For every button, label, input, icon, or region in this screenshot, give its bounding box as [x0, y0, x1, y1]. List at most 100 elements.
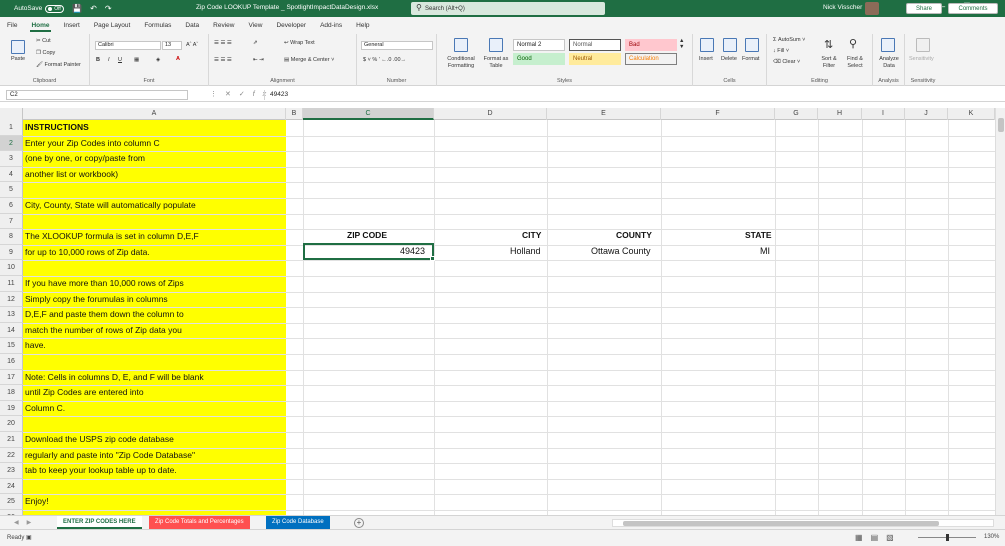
- font-size-select[interactable]: 13: [162, 41, 182, 50]
- cell-a4[interactable]: another list or workbook): [25, 167, 118, 183]
- row-header-16[interactable]: 16: [0, 354, 23, 370]
- row-header-17[interactable]: 17: [0, 369, 23, 386]
- analyze-data-icon[interactable]: [881, 38, 895, 52]
- spreadsheet-grid[interactable]: ABCDEFGHIJK 1 2 3 4 5 6 7 8 9 10 11 12 13 14 15 16 17 18 1…: [0, 108, 995, 515]
- bold-button[interactable]: B: [96, 57, 100, 63]
- font-color-icon[interactable]: A: [176, 56, 180, 62]
- find-select-button[interactable]: Find & Select: [844, 56, 866, 70]
- fill-handle[interactable]: [430, 255, 435, 261]
- undo-icon[interactable]: ↶: [90, 4, 97, 13]
- cut-button[interactable]: ✂ Cut: [36, 38, 51, 44]
- paste-button[interactable]: Paste: [11, 56, 25, 62]
- zoom-level[interactable]: 130%: [984, 534, 999, 540]
- ribbon-tab-page-layout[interactable]: Page Layout: [87, 17, 138, 34]
- cell-a25[interactable]: Enjoy!: [25, 494, 49, 510]
- column-header-j[interactable]: J: [905, 108, 948, 120]
- cell-e2-county[interactable]: Ottawa County: [591, 244, 651, 260]
- cell-a9[interactable]: for up to 10,000 rows of Zip data.: [25, 245, 150, 261]
- insert-cells-icon[interactable]: [700, 38, 714, 52]
- sheet-tab-zip-code-totals-and-percentages[interactable]: Zip Code Totals and Percentages: [149, 516, 250, 529]
- ribbon-tab-insert[interactable]: Insert: [57, 17, 87, 34]
- number-format-select[interactable]: General: [361, 41, 433, 50]
- normal-view-icon[interactable]: ▦: [855, 533, 863, 542]
- style-bad[interactable]: Bad: [625, 39, 677, 51]
- row-header-6[interactable]: 6: [0, 198, 23, 214]
- font-grow-icon[interactable]: Aˆ Aˇ: [186, 42, 198, 48]
- cell-a18[interactable]: until Zip Codes are entered into: [25, 385, 144, 401]
- merge-center-button[interactable]: ▤ Merge & Center ˅: [284, 57, 334, 63]
- autosave-switch[interactable]: Off: [45, 4, 65, 13]
- row-header-12[interactable]: 12: [0, 291, 23, 308]
- ribbon-tab-review[interactable]: Review: [206, 17, 241, 34]
- column-header-k[interactable]: K: [948, 108, 995, 120]
- row-header-22[interactable]: 22: [0, 447, 23, 464]
- formula-input[interactable]: 49423: [264, 90, 998, 100]
- column-header-c[interactable]: C: [303, 108, 434, 120]
- autosum-button[interactable]: Σ AutoSum ˅: [773, 37, 805, 43]
- cell-f2-state[interactable]: MI: [760, 244, 770, 260]
- column-header-a[interactable]: A: [23, 108, 286, 120]
- sheet-tab-enter-zip-codes-here[interactable]: ENTER ZIP CODES HERE: [57, 516, 142, 529]
- cell-a1[interactable]: INSTRUCTIONS: [25, 120, 89, 136]
- row-header-5[interactable]: 5: [0, 182, 23, 198]
- ribbon-tab-data[interactable]: Data: [178, 17, 206, 34]
- cell-a21[interactable]: Download the USPS zip code database: [25, 432, 174, 448]
- avatar[interactable]: [865, 2, 879, 15]
- conditional-formatting-button[interactable]: Conditional Formatting: [445, 56, 477, 70]
- row-header-14[interactable]: 14: [0, 322, 23, 339]
- sheet-tab-zip-code-database[interactable]: Zip Code Database: [266, 516, 330, 529]
- save-icon[interactable]: 💾: [72, 4, 82, 13]
- style-normal-2[interactable]: Normal 2: [513, 39, 565, 51]
- underline-button[interactable]: U: [118, 57, 122, 63]
- cell-a13[interactable]: D,E,F and paste them down the column to: [25, 307, 184, 323]
- fill-color-icon[interactable]: ◈: [156, 57, 160, 63]
- search-box[interactable]: ⚲ Search (Alt+Q): [411, 2, 605, 15]
- style-calculation[interactable]: Calculation: [625, 53, 677, 65]
- row-header-9[interactable]: 9: [0, 244, 23, 261]
- row-header-15[interactable]: 15: [0, 338, 23, 354]
- cell-a6[interactable]: City, County, State will automatically p…: [25, 198, 196, 214]
- ribbon-tab-home[interactable]: Home: [24, 17, 56, 34]
- ribbon-tab-help[interactable]: Help: [349, 17, 376, 34]
- column-header-h[interactable]: H: [818, 108, 862, 120]
- cell-a11[interactable]: If you have more than 10,000 rows of Zip…: [25, 276, 184, 292]
- style-normal[interactable]: Normal: [569, 39, 621, 51]
- row-header-23[interactable]: 23: [0, 463, 23, 479]
- find-select-icon[interactable]: ⚲: [849, 37, 857, 50]
- row-header-2[interactable]: 2: [0, 135, 23, 152]
- format-as-table-button[interactable]: Format as Table: [481, 56, 511, 70]
- vertical-scroll-thumb[interactable]: [998, 118, 1004, 132]
- italic-button[interactable]: I: [108, 57, 110, 63]
- column-header-g[interactable]: G: [775, 108, 818, 120]
- horizontal-scrollbar[interactable]: [612, 519, 994, 527]
- sort-filter-button[interactable]: Sort & Filter: [819, 56, 839, 70]
- cell-a19[interactable]: Column C.: [25, 401, 65, 417]
- view-buttons[interactable]: ▦ ▤ ▧: [855, 533, 894, 542]
- ribbon-tab-developer[interactable]: Developer: [269, 17, 313, 34]
- add-sheet-button[interactable]: +: [354, 518, 364, 528]
- row-header-24[interactable]: 24: [0, 478, 23, 495]
- column-header-b[interactable]: B: [286, 108, 303, 120]
- row-header-8[interactable]: 8: [0, 229, 23, 245]
- cell-a8[interactable]: The XLOOKUP formula is set in column D,E…: [25, 229, 199, 245]
- delete-cells-icon[interactable]: [723, 38, 737, 52]
- cell-a12[interactable]: Simply copy the forumulas in columns: [25, 292, 168, 308]
- row-header-10[interactable]: 10: [0, 260, 23, 276]
- row-header-20[interactable]: 20: [0, 416, 23, 432]
- cell-d2-city[interactable]: Holland: [510, 244, 541, 260]
- vertical-scrollbar[interactable]: [995, 108, 1005, 515]
- ribbon-tab-formulas[interactable]: Formulas: [137, 17, 178, 34]
- styles-more-icon[interactable]: ▲ ▼: [679, 38, 684, 50]
- cell-a22[interactable]: regularly and paste into "Zip Code Datab…: [25, 448, 195, 464]
- ribbon-tab-add-ins[interactable]: Add-ins: [313, 17, 349, 34]
- font-name-select[interactable]: Calibri: [95, 41, 161, 50]
- horizontal-scroll-thumb[interactable]: [623, 521, 939, 526]
- wrap-text-button[interactable]: ↩ Wrap Text: [284, 40, 315, 46]
- row-header-1[interactable]: 1: [0, 120, 23, 136]
- style-neutral[interactable]: Neutral: [569, 53, 621, 65]
- header-city[interactable]: CITY: [522, 228, 541, 244]
- column-header-d[interactable]: D: [434, 108, 547, 120]
- fill-button[interactable]: ↓ Fill ˅: [773, 48, 789, 54]
- row-header-13[interactable]: 13: [0, 307, 23, 323]
- number-format-icons[interactable]: $ ˅ % ’ ←.0 .00→: [363, 57, 406, 63]
